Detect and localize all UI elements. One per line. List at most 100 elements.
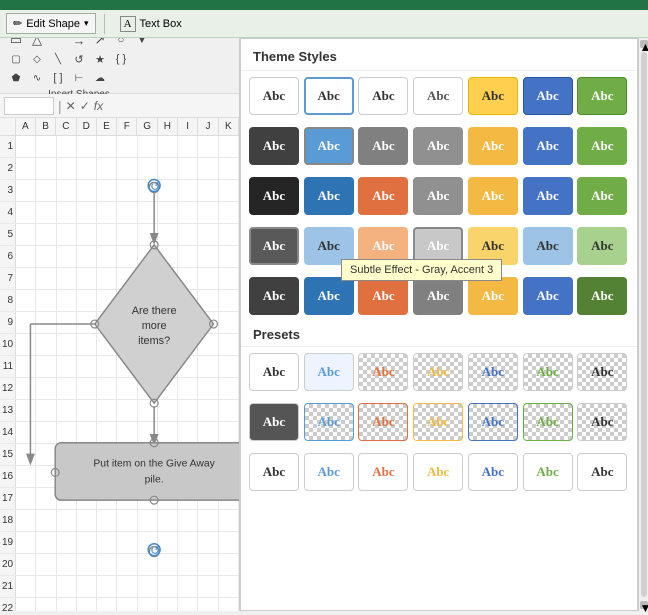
cell-k7[interactable] — [219, 268, 239, 289]
cell-g10[interactable] — [138, 334, 158, 355]
preset-btn-17[interactable]: Abc — [358, 453, 408, 491]
cell-k5[interactable] — [219, 224, 239, 245]
cell-c6[interactable] — [57, 246, 77, 267]
cell-j17[interactable] — [198, 488, 218, 509]
cell-a8[interactable] — [16, 290, 36, 311]
style-btn-r5c2[interactable]: Abc — [304, 277, 354, 315]
style-btn-r1c2[interactable]: Abc — [304, 77, 354, 115]
cell-d12[interactable] — [77, 378, 97, 399]
cell-j16[interactable] — [198, 466, 218, 487]
cell-j3[interactable] — [198, 180, 218, 201]
cell-h16[interactable] — [158, 466, 178, 487]
cell-d13[interactable] — [77, 400, 97, 421]
cell-c11[interactable] — [57, 356, 77, 377]
shape-pentagon[interactable]: ⬟ — [6, 69, 26, 87]
cell-e16[interactable] — [97, 466, 117, 487]
preset-btn-7[interactable]: Abc — [577, 353, 627, 391]
style-btn-r1c1[interactable]: Abc — [249, 77, 299, 115]
cell-b11[interactable] — [36, 356, 56, 377]
preset-btn-6[interactable]: Abc — [523, 353, 573, 391]
cell-f5[interactable] — [117, 224, 137, 245]
cell-k13[interactable] — [219, 400, 239, 421]
cell-i8[interactable] — [178, 290, 198, 311]
cell-j12[interactable] — [198, 378, 218, 399]
cell-i18[interactable] — [178, 510, 198, 531]
cell-i10[interactable] — [178, 334, 198, 355]
cell-a21[interactable] — [16, 576, 36, 597]
preset-btn-10[interactable]: Abc — [358, 403, 408, 441]
cell-f8[interactable] — [117, 290, 137, 311]
cell-h14[interactable] — [158, 422, 178, 443]
cell-f6[interactable] — [117, 246, 137, 267]
cell-e1[interactable] — [97, 136, 117, 157]
preset-btn-21[interactable]: Abc — [577, 453, 627, 491]
cell-b4[interactable] — [36, 202, 56, 223]
cell-c17[interactable] — [57, 488, 77, 509]
cell-h1[interactable] — [158, 136, 178, 157]
style-btn-r1c7[interactable]: Abc — [577, 77, 627, 115]
cell-f12[interactable] — [117, 378, 137, 399]
style-btn-r1c5[interactable]: Abc — [468, 77, 518, 115]
cell-a19[interactable] — [16, 532, 36, 553]
cell-a15[interactable] — [16, 444, 36, 465]
col-header-g[interactable]: G — [137, 118, 157, 135]
cell-f21[interactable] — [117, 576, 137, 597]
cell-d10[interactable] — [77, 334, 97, 355]
cell-f1[interactable] — [117, 136, 137, 157]
col-header-i[interactable]: I — [178, 118, 198, 135]
cell-d5[interactable] — [77, 224, 97, 245]
cell-g12[interactable] — [138, 378, 158, 399]
cell-d6[interactable] — [77, 246, 97, 267]
style-btn-r2c3[interactable]: Abc — [358, 127, 408, 165]
style-btn-r5c7[interactable]: Abc — [577, 277, 627, 315]
cell-e10[interactable] — [97, 334, 117, 355]
style-btn-r2c1[interactable]: Abc — [249, 127, 299, 165]
style-btn-r5c4[interactable]: Abc — [413, 277, 463, 315]
cell-e21[interactable] — [97, 576, 117, 597]
cell-d14[interactable] — [77, 422, 97, 443]
col-header-f[interactable]: F — [117, 118, 137, 135]
cell-g11[interactable] — [138, 356, 158, 377]
cell-k15[interactable] — [219, 444, 239, 465]
cell-d2[interactable] — [77, 158, 97, 179]
col-header-a[interactable]: A — [16, 118, 36, 135]
cell-a5[interactable] — [16, 224, 36, 245]
cell-c21[interactable] — [57, 576, 77, 597]
cell-b10[interactable] — [36, 334, 56, 355]
cell-b16[interactable] — [36, 466, 56, 487]
cell-h11[interactable] — [158, 356, 178, 377]
cell-c1[interactable] — [57, 136, 77, 157]
cell-j14[interactable] — [198, 422, 218, 443]
cell-f16[interactable] — [117, 466, 137, 487]
cell-d18[interactable] — [77, 510, 97, 531]
shape-cloud[interactable]: ☁ — [90, 69, 110, 87]
preset-btn-2[interactable]: Abc — [304, 353, 354, 391]
cell-e8[interactable] — [97, 290, 117, 311]
cell-b9[interactable] — [36, 312, 56, 333]
cell-h9[interactable] — [158, 312, 178, 333]
cell-c19[interactable] — [57, 532, 77, 553]
cell-c9[interactable] — [57, 312, 77, 333]
cell-g13[interactable] — [138, 400, 158, 421]
cell-b19[interactable] — [36, 532, 56, 553]
col-header-b[interactable]: B — [36, 118, 56, 135]
formula-accept-icon[interactable]: ✓ — [80, 99, 90, 113]
cell-d7[interactable] — [77, 268, 97, 289]
style-btn-r2c7[interactable]: Abc — [577, 127, 627, 165]
cell-j21[interactable] — [198, 576, 218, 597]
cell-j4[interactable] — [198, 202, 218, 223]
cell-j7[interactable] — [198, 268, 218, 289]
style-btn-r2c4[interactable]: Abc — [413, 127, 463, 165]
cell-d21[interactable] — [77, 576, 97, 597]
shape-rectangle[interactable]: ▭ — [6, 38, 26, 49]
cell-h20[interactable] — [158, 554, 178, 575]
cell-k4[interactable] — [219, 202, 239, 223]
cell-h2[interactable] — [158, 158, 178, 179]
cell-b13[interactable] — [36, 400, 56, 421]
preset-btn-9[interactable]: Abc — [304, 403, 354, 441]
cell-g1[interactable] — [138, 136, 158, 157]
cell-a4[interactable] — [16, 202, 36, 223]
shape-wave[interactable]: ∿ — [27, 69, 47, 87]
cell-e4[interactable] — [97, 202, 117, 223]
cell-d16[interactable] — [77, 466, 97, 487]
